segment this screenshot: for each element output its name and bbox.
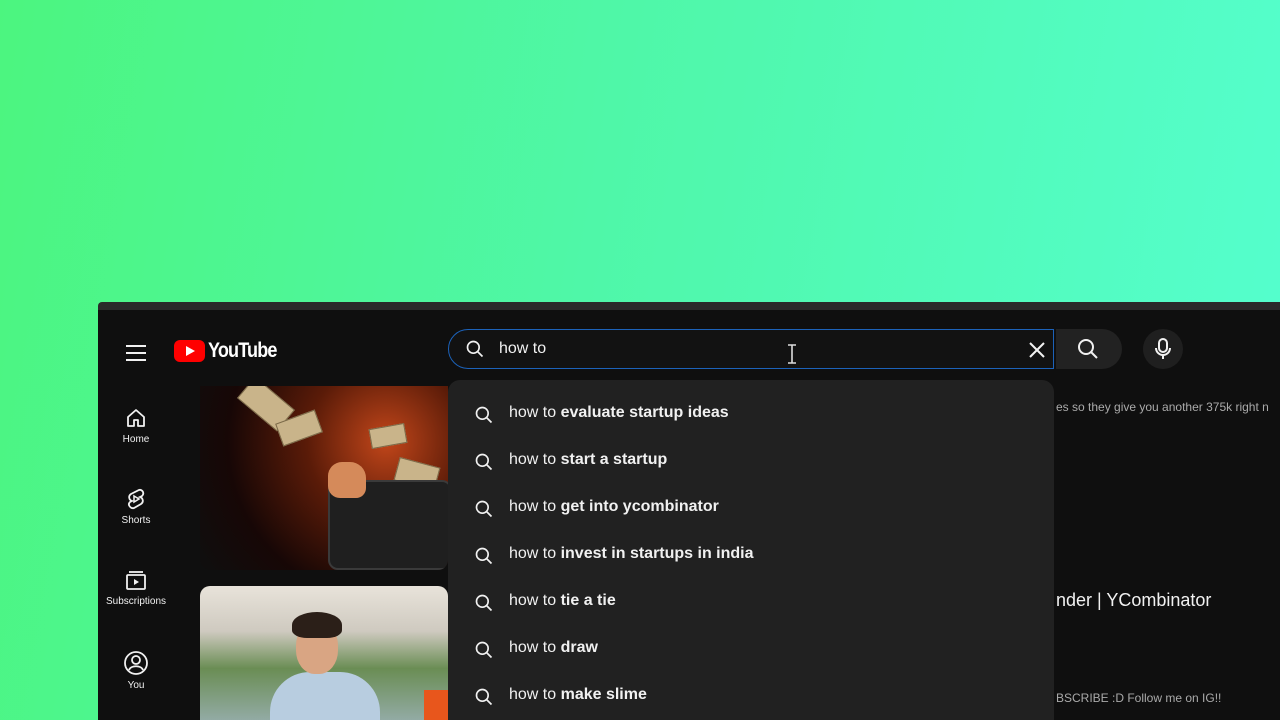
shorts-icon (128, 488, 145, 510)
search-icon (475, 547, 493, 565)
sidebar-item-label: You (127, 680, 145, 691)
clear-search-button[interactable] (1024, 337, 1050, 363)
search-suggestions-dropdown: how to evaluate startup ideas how to sta… (448, 380, 1054, 720)
sidebar: Home Shorts Subscriptions You (98, 386, 174, 720)
suggestion-item[interactable]: how to get into ycombinator (448, 485, 1054, 532)
search-icon (465, 339, 485, 364)
suggestion-item[interactable]: how to evaluate startup ideas (448, 391, 1054, 438)
search-icon (475, 594, 493, 612)
sidebar-item-subscriptions[interactable]: Subscriptions (98, 568, 174, 642)
sidebar-item-label: Shorts (121, 515, 151, 526)
video-thumbnail[interactable] (200, 586, 448, 720)
sidebar-item-you[interactable]: You (98, 650, 174, 720)
search-icon (1078, 339, 1098, 359)
search-icon (475, 641, 493, 659)
suggestion-item[interactable]: how to tie a tie (448, 579, 1054, 626)
subscriptions-icon (126, 571, 146, 590)
search-button[interactable] (1056, 329, 1122, 369)
youtube-play-icon (174, 340, 205, 362)
browser-window: YouTube Home Shorts (98, 302, 1280, 720)
sidebar-item-label: Subscriptions (105, 596, 167, 607)
microphone-icon (1155, 338, 1171, 359)
suggestion-text: how to make slime (509, 686, 647, 703)
you-icon (124, 651, 148, 675)
text-cursor-icon (788, 344, 796, 364)
youtube-logo[interactable]: YouTube (174, 336, 288, 366)
sidebar-item-shorts[interactable]: Shorts (98, 487, 174, 561)
suggestion-text: how to invest in startups in india (509, 545, 754, 562)
search-icon (475, 688, 493, 706)
home-icon (127, 409, 145, 427)
sidebar-item-label: Home (122, 434, 150, 445)
search-icon (475, 406, 493, 424)
close-icon (1029, 342, 1045, 358)
suggestion-item[interactable]: how to invest in startups in india (448, 532, 1054, 579)
suggestion-text: how to start a startup (509, 451, 668, 468)
suggestion-text: how to draw (509, 639, 598, 656)
suggestion-item[interactable]: how to make slime (448, 673, 1054, 720)
search-box[interactable] (448, 329, 1054, 369)
suggestion-text: how to tie a tie (509, 592, 616, 609)
suggestion-text: how to get into ycombinator (509, 498, 719, 515)
video-thumbnail[interactable] (200, 386, 448, 570)
video-description: BSCRIBE :D Follow me on IG!! (1056, 691, 1222, 705)
suggestion-item[interactable]: how to draw (448, 626, 1054, 673)
masthead: YouTube (98, 310, 1280, 386)
sidebar-item-home[interactable]: Home (98, 406, 174, 480)
voice-search-button[interactable] (1143, 329, 1183, 369)
video-title[interactable]: nder | YCombinator (1056, 590, 1211, 611)
logo-wordmark: YouTube (208, 339, 277, 362)
menu-button[interactable] (120, 338, 150, 368)
suggestion-text: how to evaluate startup ideas (509, 404, 729, 421)
search-icon (475, 453, 493, 471)
search-input[interactable] (499, 336, 1019, 362)
video-description: es so they give you another 375k right n (1056, 400, 1269, 414)
search-icon (475, 500, 493, 518)
suggestion-item[interactable]: how to start a startup (448, 438, 1054, 485)
